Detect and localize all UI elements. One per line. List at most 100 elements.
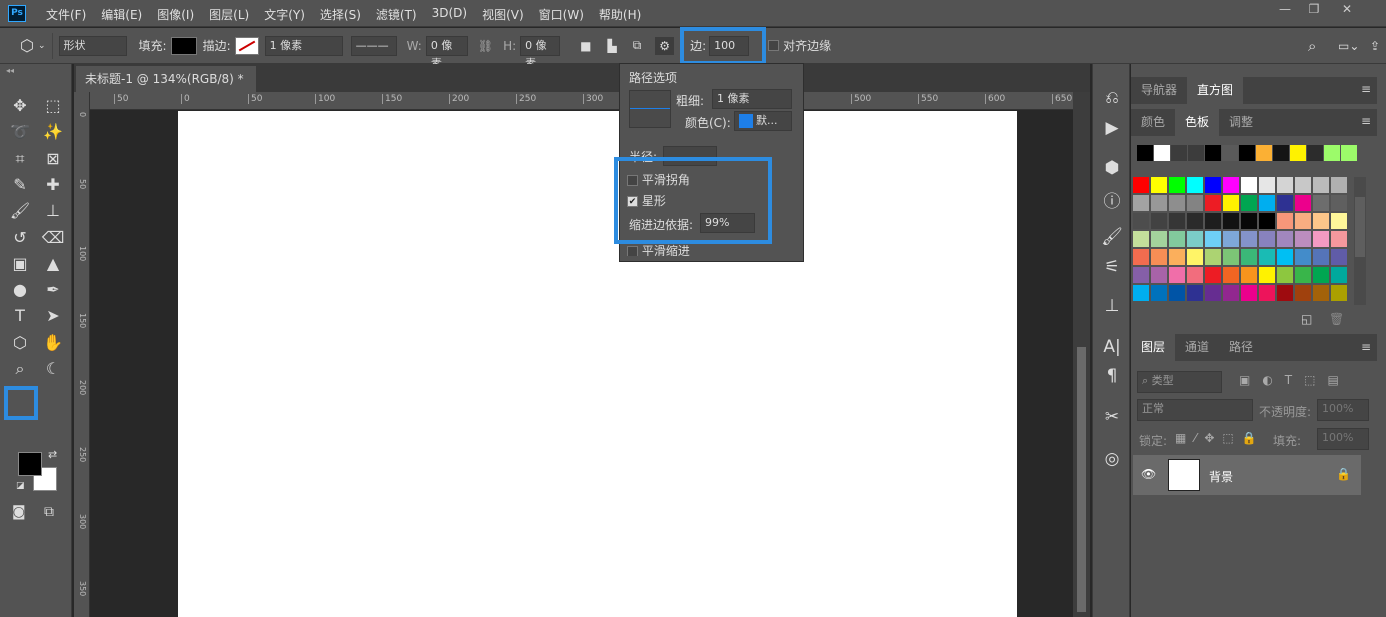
recent-swatch[interactable] — [1239, 145, 1255, 161]
smooth-indents-option[interactable]: 平滑缩进 — [627, 242, 690, 256]
quick-mask-icon[interactable]: ◙ — [12, 504, 26, 520]
color-swatch[interactable] — [1295, 249, 1311, 265]
panel-menu-icon[interactable]: ≡ — [1361, 82, 1371, 96]
brush-settings-icon[interactable]: ⚟ — [1093, 257, 1131, 277]
delete-swatch-icon[interactable]: 🗑 — [1329, 312, 1344, 326]
color-swatch[interactable] — [1205, 249, 1221, 265]
path-arrangement-icon[interactable]: ⧉ — [633, 38, 642, 53]
color-swatch[interactable] — [1151, 177, 1167, 193]
scroll-thumb[interactable] — [1077, 347, 1086, 612]
lasso-tool-icon[interactable]: ➰ — [8, 120, 32, 144]
color-swatch[interactable] — [1331, 213, 1347, 229]
color-swatch[interactable] — [1241, 213, 1257, 229]
color-swatch[interactable] — [1169, 213, 1185, 229]
color-swatch[interactable] — [1169, 195, 1185, 211]
height-field[interactable]: 0 像素 — [520, 35, 561, 70]
vertical-scrollbar[interactable] — [1073, 92, 1090, 617]
color-swatch[interactable] — [1187, 285, 1203, 301]
color-swatch[interactable] — [1241, 177, 1257, 193]
color-swatch[interactable] — [1133, 285, 1149, 301]
polygon-tool-icon[interactable]: ⬡ — [8, 331, 32, 355]
color-swatch[interactable] — [1223, 285, 1239, 301]
panel-tab[interactable]: 色板 — [1175, 109, 1220, 136]
stroke-width-field[interactable]: 1 像素 — [264, 35, 343, 56]
menu-item[interactable]: 视图(V) — [482, 6, 524, 23]
panel-tab[interactable]: 调整 — [1219, 109, 1263, 136]
color-swatch[interactable] — [1133, 267, 1149, 283]
recent-swatch[interactable] — [1256, 145, 1272, 161]
color-swatch[interactable] — [1259, 231, 1275, 247]
hexagon-tool-preset-icon[interactable]: ⬡ — [20, 36, 34, 55]
recent-swatch[interactable] — [1324, 145, 1340, 161]
color-swatch[interactable] — [1187, 213, 1203, 229]
color-swatch[interactable] — [1259, 285, 1275, 301]
color-swatch[interactable] — [1133, 213, 1149, 229]
stroke-color-swatch[interactable] — [234, 36, 259, 55]
color-swatch[interactable] — [1277, 231, 1293, 247]
color-swatch[interactable] — [1187, 195, 1203, 211]
color-swatch[interactable] — [1259, 267, 1275, 283]
color-swatch[interactable] — [1313, 177, 1329, 193]
gradient-tool-icon[interactable]: ▣ — [8, 252, 32, 276]
recent-swatch[interactable] — [1290, 145, 1306, 161]
color-swatch[interactable] — [1313, 249, 1329, 265]
color-swatch[interactable] — [1223, 177, 1239, 193]
tool-presets-icon[interactable]: ✂ — [1093, 407, 1131, 427]
color-swatch[interactable] — [1277, 195, 1293, 211]
menu-item[interactable]: 3D(D) — [432, 6, 467, 23]
properties-icon[interactable]: ◎ — [1093, 449, 1131, 469]
color-swatch[interactable] — [1151, 285, 1167, 301]
color-swatch[interactable] — [1151, 231, 1167, 247]
recent-swatch[interactable] — [1222, 145, 1238, 161]
recent-swatch[interactable] — [1171, 145, 1187, 161]
screen-mode-icon[interactable]: ⧉ — [44, 504, 54, 520]
history-brush-icon[interactable]: ↺ — [8, 226, 32, 250]
color-swatch[interactable] — [1187, 249, 1203, 265]
color-swatch[interactable] — [1259, 213, 1275, 229]
color-swatch[interactable] — [1241, 249, 1257, 265]
color-swatch[interactable] — [1205, 231, 1221, 247]
align-edges-checkbox[interactable] — [768, 40, 780, 51]
indent-field[interactable]: 99% — [700, 213, 755, 233]
color-swatch[interactable] — [1169, 267, 1185, 283]
minimize-button[interactable]: — — [1272, 2, 1298, 18]
panel-tab[interactable]: 图层 — [1131, 334, 1176, 361]
stamp-tool-icon[interactable]: ⊥ — [41, 199, 65, 223]
color-swatch[interactable] — [1295, 267, 1311, 283]
color-swatch[interactable] — [1223, 267, 1239, 283]
3d-icon[interactable]: ⬢ — [1093, 158, 1131, 178]
magic-wand-icon[interactable]: ✨ — [41, 120, 65, 144]
color-swatch[interactable] — [1331, 249, 1347, 265]
menu-item[interactable]: 图层(L) — [209, 6, 249, 23]
color-swatch[interactable] — [1223, 231, 1239, 247]
visibility-eye-icon[interactable]: 👁 — [1141, 467, 1156, 481]
color-swatch[interactable] — [1133, 177, 1149, 193]
default-colors-icon[interactable]: ◪ — [16, 481, 25, 491]
color-swatch[interactable] — [1295, 195, 1311, 211]
banana-icon[interactable]: ☾ — [41, 357, 65, 381]
color-swatch[interactable] — [1133, 231, 1149, 247]
panel-tab[interactable]: 通道 — [1175, 334, 1219, 361]
color-swatch[interactable] — [1133, 249, 1149, 265]
clone-source-icon[interactable]: ⊥ — [1093, 296, 1131, 316]
type-tool-icon[interactable]: T — [8, 304, 32, 328]
search-icon[interactable]: ⌕ — [1308, 37, 1316, 55]
stroke-type-select[interactable]: ——— — [350, 35, 397, 56]
color-swatch[interactable] — [1313, 213, 1329, 229]
fill-field[interactable]: 100% — [1317, 428, 1369, 450]
swatch-scrollbar[interactable] — [1354, 177, 1366, 305]
opacity-field[interactable]: 100% — [1317, 399, 1369, 421]
recent-swatch[interactable] — [1307, 145, 1323, 161]
smooth-corners-option[interactable]: 平滑拐角 — [627, 171, 690, 188]
link-icon[interactable]: ⛓ — [478, 39, 493, 53]
color-swatch[interactable] — [1295, 285, 1311, 301]
hand-tool-icon[interactable]: ✋ — [41, 331, 65, 355]
color-swatch[interactable] — [1169, 231, 1185, 247]
star-checkbox[interactable]: ✔ — [627, 196, 638, 207]
color-swatch[interactable] — [1151, 267, 1167, 283]
color-swatch[interactable] — [1223, 213, 1239, 229]
close-window-button[interactable]: ✕ — [1334, 2, 1360, 18]
share-icon[interactable]: ⇪ — [1370, 39, 1380, 53]
color-swatch[interactable] — [1151, 195, 1167, 211]
panel-tab[interactable]: 路径 — [1219, 334, 1263, 361]
